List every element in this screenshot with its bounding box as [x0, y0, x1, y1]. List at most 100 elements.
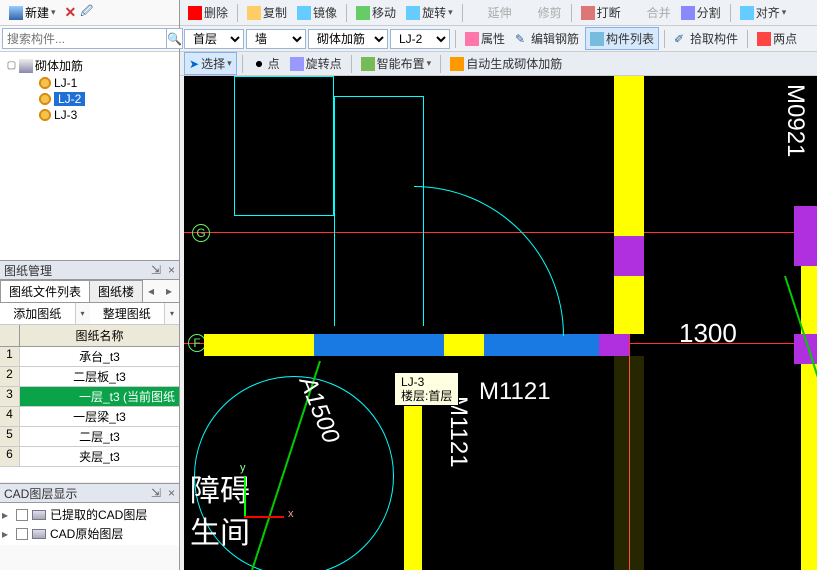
tab-floors[interactable]: 图纸楼	[89, 280, 143, 302]
align-button[interactable]: 对齐▾	[736, 2, 791, 23]
checkbox[interactable]	[16, 528, 28, 540]
tree-item-lj3[interactable]: LJ-3	[2, 107, 177, 123]
room-label: 生间	[190, 508, 250, 552]
door-arc	[414, 186, 564, 336]
search-button[interactable]: 🔍	[167, 28, 183, 49]
layer-icon	[32, 529, 46, 539]
beam[interactable]	[314, 334, 444, 356]
mirror-button[interactable]: 镜像	[293, 2, 341, 23]
search-row: 🔍	[0, 26, 179, 52]
complist-button[interactable]: 构件列表	[585, 27, 659, 50]
tab-nav-right[interactable]: ▸	[160, 280, 178, 302]
tab-nav-left[interactable]: ◂	[142, 280, 160, 302]
layer-icon	[32, 510, 46, 520]
break-button[interactable]: 打断	[577, 2, 625, 23]
grid-row[interactable]: 3一层_t3 (当前图纸	[0, 387, 179, 407]
wall-select[interactable]: 墙	[246, 29, 306, 49]
cad-layer-list: ▸ 已提取的CAD图层 ▸ CAD原始图层	[0, 503, 179, 545]
close-icon[interactable]: ×	[168, 486, 175, 500]
grid-row[interactable]: 4一层梁_t3	[0, 407, 179, 427]
merge-button[interactable]: 合并	[627, 2, 675, 23]
column[interactable]	[599, 334, 629, 356]
label-m0921: M0921	[781, 84, 809, 157]
room-outline	[234, 76, 334, 216]
hover-tooltip: LJ-3 楼层:首层	[394, 372, 459, 406]
grid-row[interactable]: 1承台_t3	[0, 347, 179, 367]
extend-button[interactable]: 延伸	[468, 2, 516, 23]
dimension-text: 1300	[679, 318, 737, 349]
edit-icon[interactable]: 🖉	[80, 2, 93, 23]
category-select[interactable]: 砌体加筋	[308, 29, 388, 49]
select-tool[interactable]: ➤选择▾	[184, 52, 237, 75]
wall[interactable]	[614, 356, 644, 396]
toolbar-sub: ➤选择▾ 点 旋转点 智能布置▾ 自动生成砌体加筋	[180, 52, 817, 76]
toolbar-mid: 首层 墙 砌体加筋 LJ-2 属性 ✎编辑钢筋 构件列表 ✐拾取构件 两点	[180, 26, 817, 52]
drawing-subrow: 添加图纸▾ 整理图纸▾	[0, 303, 179, 325]
cad-layer-title: CAD图层显示	[4, 485, 77, 502]
twopoint-button[interactable]: 两点	[753, 28, 801, 49]
tree-item-label: LJ-1	[54, 76, 77, 90]
grid-col-name: 图纸名称	[20, 325, 179, 346]
drawing-tabs: 图纸文件列表 图纸楼 ◂ ▸	[0, 280, 179, 303]
add-drawing-button[interactable]: 添加图纸	[0, 303, 76, 324]
cad-item-label: CAD原始图层	[50, 525, 123, 542]
cog-icon	[38, 92, 52, 106]
tree-item-lj2[interactable]: LJ-2	[2, 91, 177, 107]
wall[interactable]	[614, 76, 644, 334]
left-panel: 新建▾ ✕ 🖉 🔍 ▢ 砌体加筋 LJ-1 LJ-2 LJ-3	[0, 0, 180, 570]
wall[interactable]	[614, 396, 644, 570]
cog-icon	[38, 76, 52, 90]
component-select[interactable]: LJ-2	[390, 29, 450, 49]
pin-icon[interactable]: ⇲	[151, 486, 161, 500]
floor-select[interactable]: 首层	[184, 29, 244, 49]
grid-bubble-G: G	[192, 224, 210, 242]
tree-root-label: 砌体加筋	[35, 57, 83, 74]
folder-icon	[19, 59, 33, 73]
column[interactable]	[794, 206, 817, 266]
column[interactable]	[614, 236, 644, 276]
tree-root[interactable]: ▢ 砌体加筋	[2, 56, 177, 75]
grid-row[interactable]: 5二层_t3	[0, 427, 179, 447]
delete-button[interactable]: 删除	[184, 2, 232, 23]
editrebar-button[interactable]: ✎编辑钢筋	[511, 28, 583, 49]
new-button[interactable]: 新建▾	[4, 1, 61, 24]
drawing-manager-title: 图纸管理	[4, 262, 52, 279]
move-button[interactable]: 移动	[352, 2, 400, 23]
tree-item-lj1[interactable]: LJ-1	[2, 75, 177, 91]
tree-item-label: LJ-3	[54, 108, 77, 122]
label-m1121: M1121	[479, 378, 551, 406]
drawing-grid: 图纸名称 1承台_t3 2二层板_t3 3一层_t3 (当前图纸 4一层梁_t3…	[0, 325, 179, 483]
props-button[interactable]: 属性	[461, 28, 509, 49]
rotate-button[interactable]: 旋转▾	[402, 2, 457, 23]
label-m1121-v: M1121	[444, 396, 472, 468]
cad-layer-item[interactable]: ▸ 已提取的CAD图层	[2, 505, 177, 524]
tab-filelist[interactable]: 图纸文件列表	[0, 280, 90, 302]
pick-button[interactable]: ✐拾取构件	[670, 28, 742, 49]
trim-button[interactable]: 修剪	[518, 2, 566, 23]
toolbar-top: 删除 复制 镜像 移动 旋转▾ 延伸 修剪 打断 合并 分割 对齐▾	[180, 0, 817, 26]
room-outline	[334, 96, 424, 326]
rotpoint-tool[interactable]: 旋转点	[286, 53, 346, 74]
cad-layer-header: CAD图层显示 ⇲ ×	[0, 483, 179, 503]
component-tree[interactable]: ▢ 砌体加筋 LJ-1 LJ-2 LJ-3	[0, 52, 179, 260]
smart-tool[interactable]: 智能布置▾	[357, 53, 436, 74]
grid-row[interactable]: 6夹层_t3	[0, 447, 179, 467]
close-icon[interactable]: ×	[168, 263, 175, 277]
split-button[interactable]: 分割	[677, 2, 725, 23]
cad-layer-item[interactable]: ▸ CAD原始图层	[2, 524, 177, 543]
checkbox[interactable]	[16, 509, 28, 521]
search-input[interactable]	[2, 28, 167, 49]
pin-icon[interactable]: ⇲	[151, 263, 161, 277]
grid-row[interactable]: 2二层板_t3	[0, 367, 179, 387]
arrange-drawing-button[interactable]: 整理图纸	[90, 303, 166, 324]
cog-icon	[38, 108, 52, 122]
drawing-canvas[interactable]: 2 G F 1300 M0921 M1121 M1121 A1500 障碍 生间…	[184, 76, 817, 570]
delete-icon[interactable]: ✕	[65, 4, 77, 21]
autogen-tool[interactable]: 自动生成砌体加筋	[446, 53, 566, 74]
wall[interactable]	[801, 266, 817, 570]
wall[interactable]	[204, 334, 314, 356]
component-toolbar: 新建▾ ✕ 🖉	[0, 0, 179, 26]
copy-button[interactable]: 复制	[243, 2, 291, 23]
point-tool[interactable]: 点	[248, 53, 284, 74]
beam[interactable]	[484, 334, 599, 356]
